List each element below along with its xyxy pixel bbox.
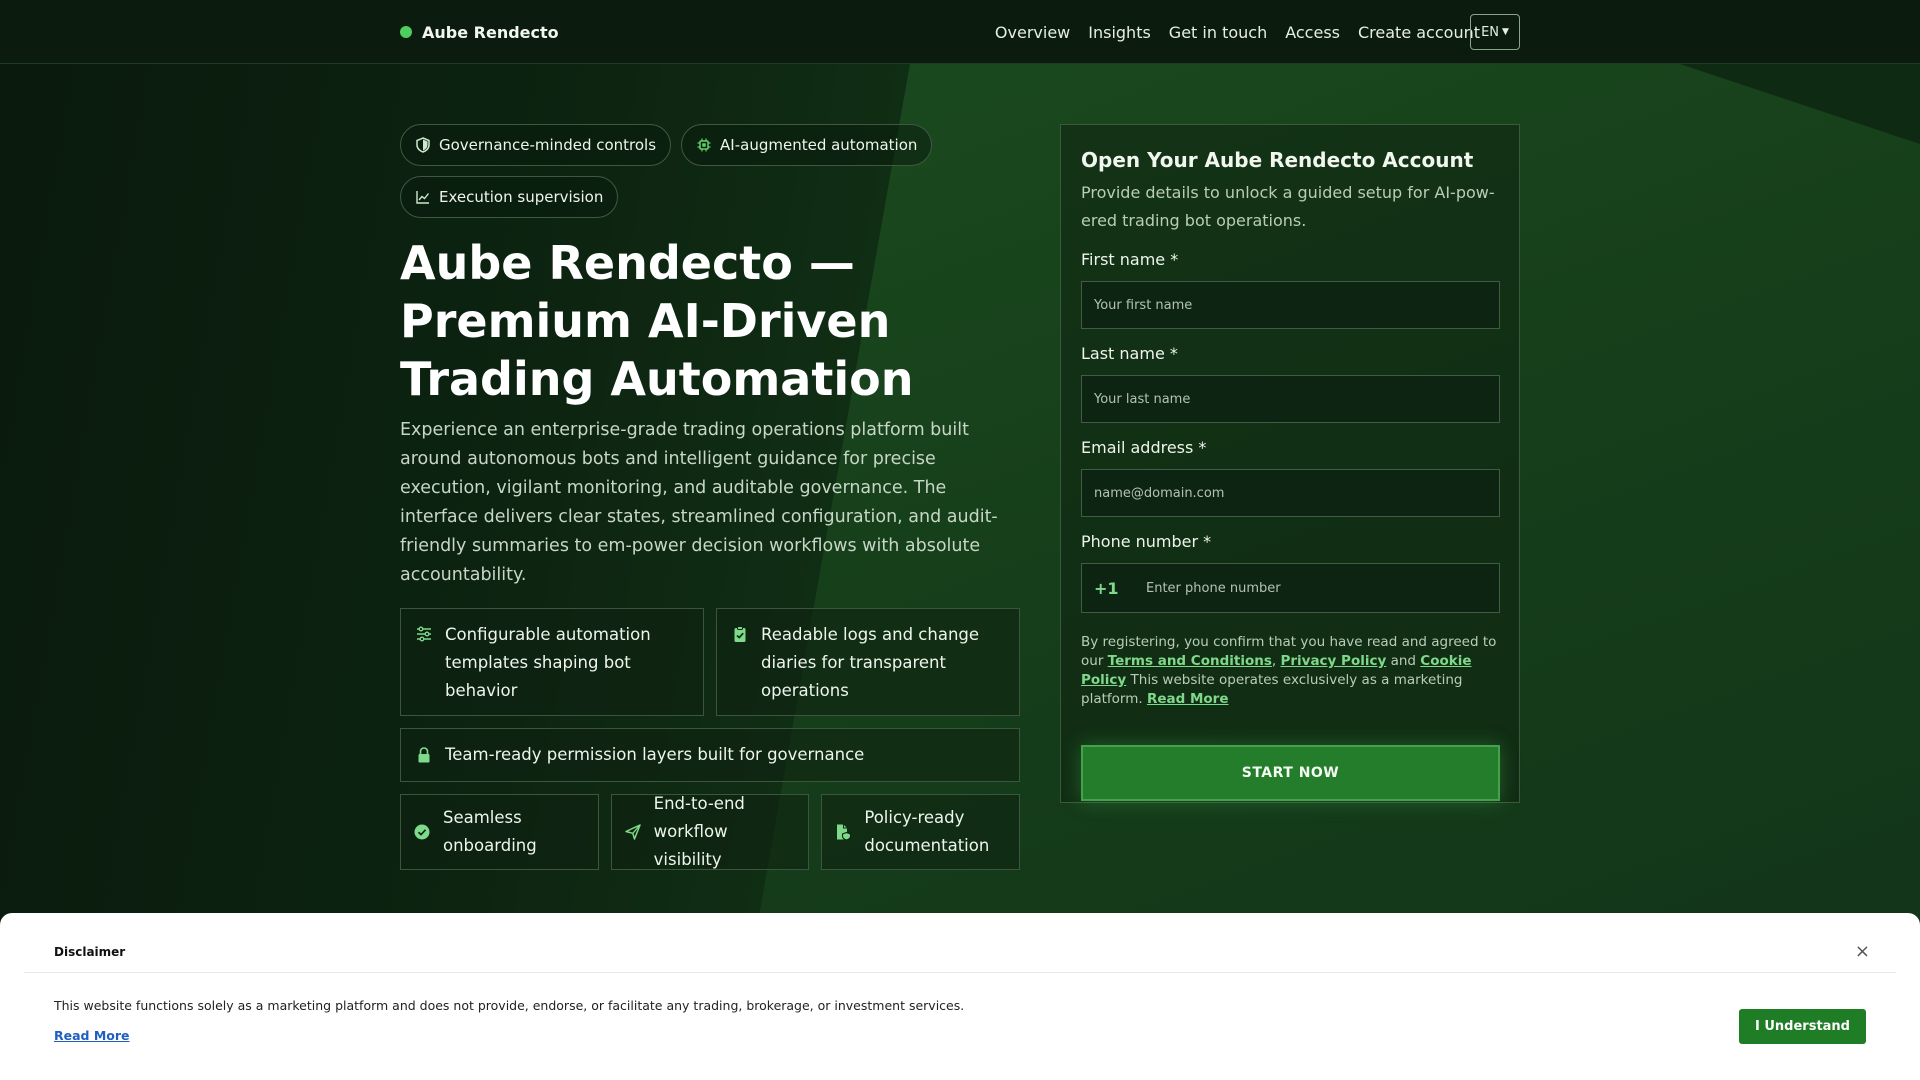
disclaimer-title: Disclaimer	[54, 945, 126, 959]
check-circle-icon	[414, 824, 430, 840]
feature-grid: Configurable automation templates shapin…	[400, 608, 1021, 870]
nav-overview[interactable]: Overview	[995, 23, 1070, 42]
feature-card-templates: Configurable automation templates shapin…	[400, 608, 704, 716]
line-chart-icon	[416, 191, 430, 204]
chevron-down-icon: ▼	[1502, 27, 1509, 37]
feature-text: Readable logs and change diaries for tra…	[761, 625, 980, 700]
hero-section: Governance-minded controls AI-augmented …	[400, 124, 1021, 882]
brand-logo[interactable]: Aube Rendecto	[400, 0, 559, 64]
main-nav: Overview Insights Get in touch Access Cr…	[995, 0, 1480, 64]
nav-insights[interactable]: Insights	[1088, 23, 1151, 42]
form-subtitle: Provide details to unlock a guided setup…	[1081, 183, 1495, 230]
phone-label: Phone number *	[1081, 532, 1212, 551]
sliders-icon	[417, 626, 431, 642]
last-name-label: Last name *	[1081, 344, 1178, 363]
feature-card-logs: Readable logs and change diaries for tra…	[716, 608, 1020, 716]
chip-ai: AI-augmented automation	[681, 124, 933, 166]
brand-name: Aube Rendecto	[422, 22, 559, 42]
feature-text: End-to-end workflow visibility	[653, 794, 745, 869]
hero-description: Experience an enterprise-grade trading o…	[400, 420, 998, 585]
close-icon[interactable]: ×	[1855, 941, 1870, 962]
chip-execution: Execution supervision	[400, 176, 619, 218]
chip-label: Governance-minded controls	[439, 136, 657, 154]
feature-card-onboarding: Seamless onboarding	[400, 794, 599, 870]
feature-text: Configurable automation templates shapin…	[445, 625, 651, 700]
send-icon	[624, 824, 641, 840]
registration-form: Open Your Aube Rendecto Account Provide …	[1060, 124, 1520, 803]
last-name-input[interactable]	[1081, 375, 1500, 423]
feature-card-documentation: Policy-ready documentation	[821, 794, 1021, 870]
nav-get-in-touch[interactable]: Get in touch	[1169, 23, 1267, 42]
language-label: EN	[1481, 24, 1500, 40]
start-now-button[interactable]: START NOW	[1081, 745, 1500, 801]
feature-text: Seamless onboarding	[443, 808, 537, 855]
consent-suffix: This website operates exclusively as a m…	[1081, 672, 1463, 707]
feature-chips: Governance-minded controls AI-augmented …	[400, 124, 960, 218]
form-title: Open Your Aube Rendecto Account	[1081, 148, 1474, 172]
shield-icon	[416, 137, 430, 153]
disclaimer-banner: Disclaimer × This website functions sole…	[0, 913, 1920, 1080]
consent-and: and	[1390, 653, 1416, 669]
disclaimer-text: This website functions solely as a marke…	[54, 998, 965, 1013]
chip-label: Execution supervision	[439, 188, 604, 206]
nav-access[interactable]: Access	[1285, 23, 1340, 42]
top-navbar: Aube Rendecto Overview Insights Get in t…	[0, 0, 1920, 64]
read-more-link[interactable]: Read More	[1147, 691, 1229, 707]
nav-create-account[interactable]: Create account	[1358, 23, 1480, 42]
clipboard-check-icon	[734, 626, 746, 642]
terms-link[interactable]: Terms and Conditions	[1108, 653, 1272, 669]
chip-label: AI-augmented automation	[720, 136, 918, 154]
feature-card-visibility: End-to-end workflow visibility	[610, 794, 810, 870]
first-name-label: First name *	[1081, 250, 1179, 269]
i-understand-button[interactable]: I Understand	[1739, 1009, 1866, 1044]
hero-title: Aube Rendecto — Premium AI-Driven Tradin…	[400, 236, 914, 406]
lock-icon	[418, 747, 430, 763]
language-selector[interactable]: EN ▼	[1470, 14, 1520, 50]
chip-governance: Governance-minded controls	[400, 124, 672, 166]
dot-icon	[400, 26, 412, 38]
feature-card-permissions: Team-ready permission layers built for g…	[400, 728, 1020, 782]
email-input[interactable]	[1081, 469, 1500, 517]
phone-input[interactable]	[1146, 564, 1499, 612]
consent-text: By registering, you confirm that you hav…	[1081, 634, 1497, 707]
chip-icon	[697, 138, 711, 152]
privacy-link[interactable]: Privacy Policy	[1280, 653, 1386, 669]
first-name-input[interactable]	[1081, 281, 1500, 329]
disclaimer-read-more-link[interactable]: Read More	[54, 1028, 130, 1043]
feature-text: Policy-ready documentation	[864, 808, 990, 855]
file-shield-icon	[837, 824, 852, 841]
phone-field: +1	[1081, 563, 1500, 613]
disclaimer-divider	[24, 972, 1896, 973]
email-label: Email address *	[1081, 438, 1207, 457]
feature-text: Team-ready permission layers built for g…	[445, 745, 865, 764]
phone-country-code[interactable]: +1	[1082, 579, 1146, 598]
